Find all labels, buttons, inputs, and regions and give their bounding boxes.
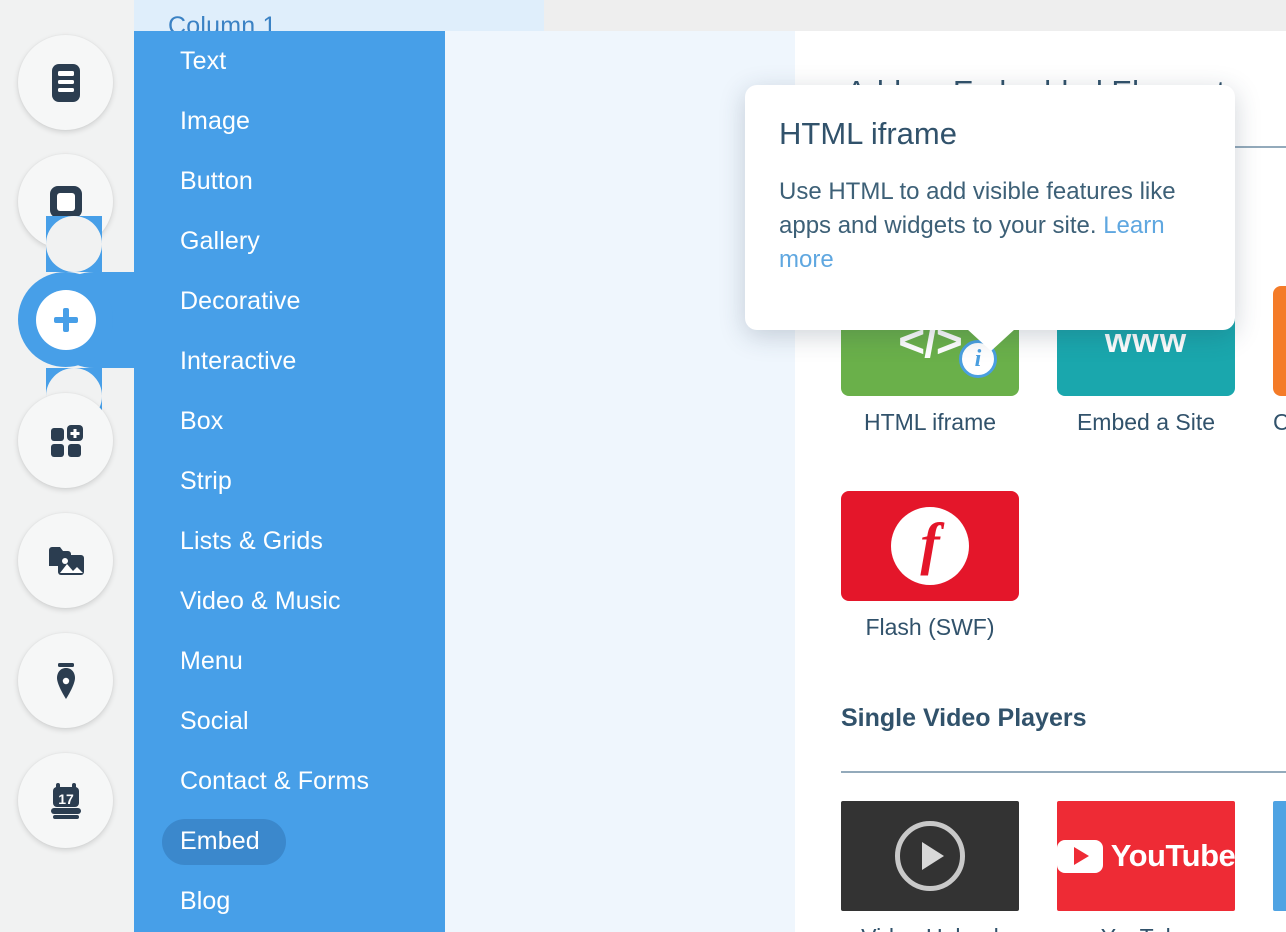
- category-item-label: Button: [180, 167, 253, 196]
- card-chat[interactable]: C: [1273, 286, 1286, 436]
- card-embed-a-site-label: Embed a Site: [1057, 409, 1235, 436]
- category-item-label: Strip: [180, 467, 232, 496]
- rail-item-add-apps[interactable]: [18, 393, 113, 488]
- tooltip-arrow-icon: [967, 329, 1015, 351]
- card-youtube[interactable]: YouTube YouTube: [1057, 801, 1235, 932]
- category-item-label: Menu: [180, 647, 243, 676]
- category-item-label: Interactive: [180, 347, 296, 376]
- rail-selected-shoulder-top: [46, 216, 102, 272]
- content-rule-section: [841, 771, 1286, 773]
- card-video-upload[interactable]: Video Upload: [841, 801, 1019, 932]
- youtube-triangle-icon: [1074, 847, 1089, 865]
- svg-text:17: 17: [58, 791, 74, 807]
- category-item-image[interactable]: Image: [134, 91, 445, 151]
- flash-icon: f: [891, 507, 969, 585]
- youtube-icon: YouTube: [1057, 838, 1235, 874]
- category-item-button[interactable]: Button: [134, 151, 445, 211]
- category-item-contact-forms[interactable]: Contact & Forms: [134, 751, 445, 811]
- category-item-menu[interactable]: Menu: [134, 631, 445, 691]
- category-item-box[interactable]: Box: [134, 391, 445, 451]
- add-apps-icon: [43, 418, 89, 464]
- category-item-label: Lists & Grids: [180, 527, 323, 556]
- category-item-label: Image: [180, 107, 250, 136]
- blog-icon: [43, 658, 89, 704]
- card-youtube-thumb[interactable]: YouTube: [1057, 801, 1235, 911]
- rail-item-bookings[interactable]: 17: [18, 753, 113, 848]
- card-flash-swf-label: Flash (SWF): [841, 614, 1019, 641]
- category-item-label: Box: [180, 407, 223, 436]
- card-vimeo-thumb[interactable]: [1273, 801, 1286, 911]
- card-flash-swf-thumb[interactable]: f: [841, 491, 1019, 601]
- card-html-iframe-label: HTML iframe: [841, 409, 1019, 436]
- add-icon: [36, 290, 96, 350]
- category-item-label: Blog: [180, 887, 230, 916]
- category-item-blog[interactable]: Blog: [134, 871, 445, 931]
- category-item-social[interactable]: Social: [134, 691, 445, 751]
- category-item-label: Social: [180, 707, 249, 736]
- category-item-embed[interactable]: Embed: [134, 811, 445, 871]
- card-chat-label: C: [1273, 409, 1286, 436]
- category-item-label: Embed: [180, 827, 260, 856]
- rail-item-add[interactable]: [18, 272, 113, 367]
- card-video-upload-thumb[interactable]: [841, 801, 1019, 911]
- card-vimeo[interactable]: [1273, 801, 1286, 911]
- pages-icon: [43, 60, 89, 106]
- category-item-text[interactable]: Text: [134, 31, 445, 91]
- category-item-label: Text: [180, 47, 226, 76]
- play-triangle-icon: [922, 842, 944, 870]
- category-list: Text Image Button Gallery Decorative Interact…: [134, 31, 445, 931]
- category-item-decorative[interactable]: Decorative: [134, 271, 445, 331]
- left-tool-rail: 17: [0, 0, 134, 932]
- category-panel: Text Image Button Gallery Decorative Interact…: [134, 31, 445, 932]
- rail-item-pages[interactable]: [18, 35, 113, 130]
- card-flash-swf[interactable]: f Flash (SWF): [841, 491, 1019, 641]
- bookings-icon: 17: [43, 778, 89, 824]
- tooltip-body: Use HTML to add visible features like ap…: [779, 175, 1199, 277]
- category-item-label: Contact & Forms: [180, 767, 369, 796]
- category-item-strip[interactable]: Strip: [134, 451, 445, 511]
- category-item-lists-grids[interactable]: Lists & Grids: [134, 511, 445, 571]
- category-item-label: Decorative: [180, 287, 301, 316]
- card-video-upload-label: Video Upload: [841, 924, 1019, 932]
- category-item-gallery[interactable]: Gallery: [134, 211, 445, 271]
- embed-subpanel: CUSTOM Custom Embeds VIDEO Single Video …: [445, 31, 795, 932]
- youtube-wordmark: YouTube: [1111, 838, 1235, 874]
- category-item-interactive[interactable]: Interactive: [134, 331, 445, 391]
- play-circle-icon: [895, 821, 965, 891]
- media-icon: [43, 538, 89, 584]
- html-iframe-tooltip: HTML iframe Use HTML to add visible feat…: [745, 85, 1235, 330]
- category-item-label: Gallery: [180, 227, 260, 256]
- card-chat-thumb[interactable]: [1273, 286, 1286, 396]
- youtube-play-box-icon: [1057, 840, 1103, 873]
- section-title-single-video-players: Single Video Players: [841, 704, 1086, 733]
- rail-item-my-uploads[interactable]: [18, 513, 113, 608]
- card-youtube-label: YouTube: [1057, 924, 1235, 932]
- rail-item-blog[interactable]: [18, 633, 113, 728]
- tooltip-title: HTML iframe: [779, 116, 957, 152]
- category-item-video-music[interactable]: Video & Music: [134, 571, 445, 631]
- category-item-label: Video & Music: [180, 587, 341, 616]
